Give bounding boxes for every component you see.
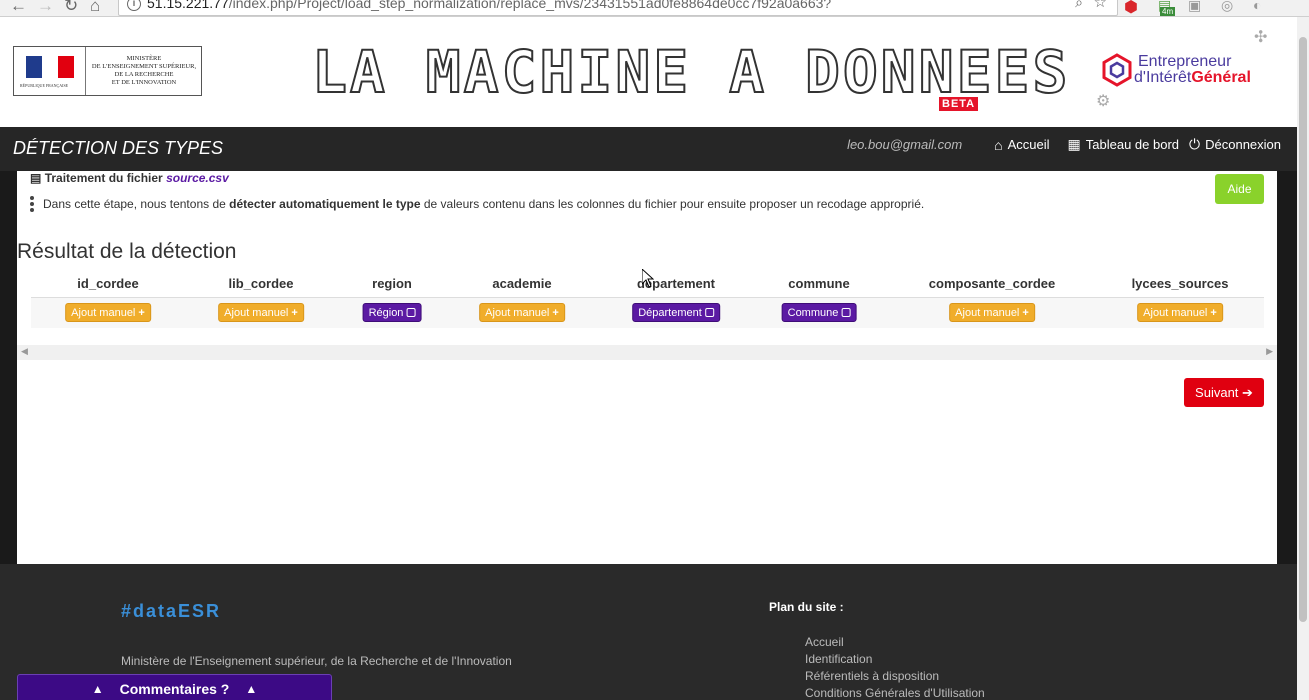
comments-toggle[interactable]: ▲ Commentaires ? ▲: [17, 674, 332, 700]
site-header: RÉPUBLIQUE FRANÇAISE MINISTÈRE DE L'ENSE…: [0, 17, 1309, 127]
step-description: Dans cette étape, nous tentons de détect…: [30, 196, 924, 212]
nav-deconnexion[interactable]: ⏻ Déconnexion: [1189, 136, 1281, 153]
grid-icon: ▦: [1067, 136, 1081, 152]
file-name: source.csv: [166, 171, 229, 185]
page-scrollbar[interactable]: [1297, 17, 1309, 700]
table-scrollbar[interactable]: ◀ ▶: [17, 345, 1277, 360]
table-row: Ajout manuel + Ajout manuel + Région Ajout…: [31, 298, 1264, 328]
address-bar[interactable]: i 51.15.221.77/index.php/Project/load_st…: [118, 0, 1118, 16]
logo-title: LA MACHINE A DONNEES: [311, 38, 1071, 106]
page-title: DÉTECTION DES TYPES: [13, 138, 224, 158]
dataesr-logo[interactable]: #dataESR: [121, 601, 221, 622]
scroll-left-icon[interactable]: ◀: [21, 346, 28, 357]
suivant-button[interactable]: Suivant ➔: [1184, 378, 1264, 407]
column-header: lib_cordee: [228, 276, 294, 291]
sitemap-link[interactable]: Identification: [805, 651, 985, 668]
ministry-logo[interactable]: RÉPUBLIQUE FRANÇAISE MINISTÈRE DE L'ENSE…: [13, 46, 202, 96]
file-icon: ▤: [30, 171, 42, 185]
eig-logo[interactable]: Entrepreneur d'IntérêtGénéral ⚙ ✣: [1096, 29, 1298, 117]
circuit-icon: ✣: [1254, 29, 1268, 46]
sitemap-title: Plan du site :: [769, 600, 844, 614]
flag-icon: [26, 56, 74, 78]
footer-ministry: Ministère de l'Enseignement supérieur, d…: [121, 654, 512, 668]
page-background-left: [0, 127, 17, 564]
column-header: commune: [788, 276, 850, 291]
plus-icon: +: [1210, 307, 1217, 319]
scroll-right-icon[interactable]: ▶: [1266, 346, 1273, 357]
hexagon-icon: [1102, 53, 1132, 87]
extension-ghost-icon[interactable]: ◐: [1253, 0, 1261, 13]
house-icon: ⌂: [994, 136, 1003, 153]
sitemap-link[interactable]: Conditions Générales d'Utilisation: [805, 685, 985, 700]
extension-circle-icon[interactable]: ◎: [1221, 0, 1233, 14]
plus-icon: +: [291, 307, 298, 319]
republic-text: RÉPUBLIQUE FRANÇAISE: [20, 83, 69, 88]
gears-icon: ⚙: [1096, 93, 1111, 110]
sitemap-list: Accueil Identification Référentiels à di…: [805, 634, 985, 700]
sitemap-link[interactable]: Référentiels à disposition: [805, 668, 985, 685]
mouse-cursor-icon: [642, 269, 654, 288]
chevron-up-icon: ▲: [245, 682, 258, 696]
column-header: academie: [492, 276, 552, 291]
chevron-up-icon: ▲: [91, 682, 104, 696]
nav-tableau-de-bord[interactable]: ▦ Tableau de bord: [1068, 136, 1179, 153]
reload-icon[interactable]: ↻: [64, 0, 78, 16]
arrow-circle-right-icon: ➔: [1242, 385, 1253, 400]
power-icon: ⏻: [1189, 136, 1201, 152]
scrollbar-thumb[interactable]: [1299, 37, 1307, 622]
star-icon[interactable]: ☆: [1094, 0, 1107, 11]
column-header: composante_cordee: [928, 276, 1056, 291]
plus-icon: +: [138, 307, 145, 319]
ministry-text: MINISTÈRE DE L'ENSEIGNEMENT SUPÉRIEUR, D…: [91, 55, 197, 86]
edit-icon: [841, 308, 851, 317]
plus-icon: +: [552, 307, 559, 319]
extension-shield-icon[interactable]: ⬢: [1124, 0, 1138, 17]
nav-accueil[interactable]: ⌂ Accueil: [994, 137, 1049, 153]
logo-divider: [85, 47, 86, 95]
home-icon[interactable]: ⌂: [90, 0, 100, 16]
departement-type-button[interactable]: Département: [632, 303, 720, 322]
user-email[interactable]: leo.bou@gmail.com: [847, 137, 962, 152]
ajout-manuel-button[interactable]: Ajout manuel +: [479, 303, 565, 322]
column-header: region: [372, 276, 412, 291]
url-text: 51.15.221.77/index.php/Project/load_step…: [147, 0, 832, 11]
browser-toolbar: ← → ↻ ⌂ i 51.15.221.77/index.php/Project…: [0, 0, 1309, 17]
ajout-manuel-button[interactable]: Ajout manuel +: [218, 303, 304, 322]
eig-line-2: d'IntérêtGénéral: [1134, 69, 1251, 86]
region-type-button[interactable]: Région: [362, 303, 422, 322]
top-nav: leo.bou@gmail.com ⌂ Accueil ▦ Tableau de b…: [847, 136, 1281, 153]
extension-box-icon[interactable]: ▣: [1188, 0, 1201, 14]
column-header: lycees_sources: [1131, 276, 1229, 291]
column-header: id_cordee: [77, 276, 139, 291]
file-line: ▤ Traitement du fichier source.csv: [30, 171, 229, 185]
ajout-manuel-button[interactable]: Ajout manuel +: [65, 303, 151, 322]
main-panel: ▤ Traitement du fichier source.csv Dans …: [17, 171, 1277, 564]
back-icon[interactable]: ←: [10, 0, 27, 16]
extension-badge: 4m: [1160, 7, 1176, 16]
sitemap-link[interactable]: Accueil: [805, 634, 985, 651]
commune-type-button[interactable]: Commune: [781, 303, 857, 322]
ajout-manuel-button[interactable]: Ajout manuel +: [949, 303, 1035, 322]
beta-badge: BETA: [939, 97, 979, 111]
machine-a-donnees-logo[interactable]: LA MACHINE A DONNEES BETA: [311, 41, 1068, 122]
title-bar: DÉTECTION DES TYPES leo.bou@gmail.com ⌂ A…: [0, 127, 1309, 171]
plus-icon: +: [1022, 307, 1029, 319]
result-title: Résultat de la détection: [17, 240, 237, 263]
vertical-dots-icon: [30, 196, 34, 212]
aide-button[interactable]: Aide: [1215, 174, 1264, 204]
edit-icon: [406, 308, 416, 317]
forward-icon[interactable]: →: [37, 0, 54, 16]
ajout-manuel-button[interactable]: Ajout manuel +: [1137, 303, 1223, 322]
zoom-icon[interactable]: ⌕: [1075, 0, 1083, 11]
info-icon[interactable]: i: [127, 0, 141, 11]
edit-icon: [704, 308, 714, 317]
